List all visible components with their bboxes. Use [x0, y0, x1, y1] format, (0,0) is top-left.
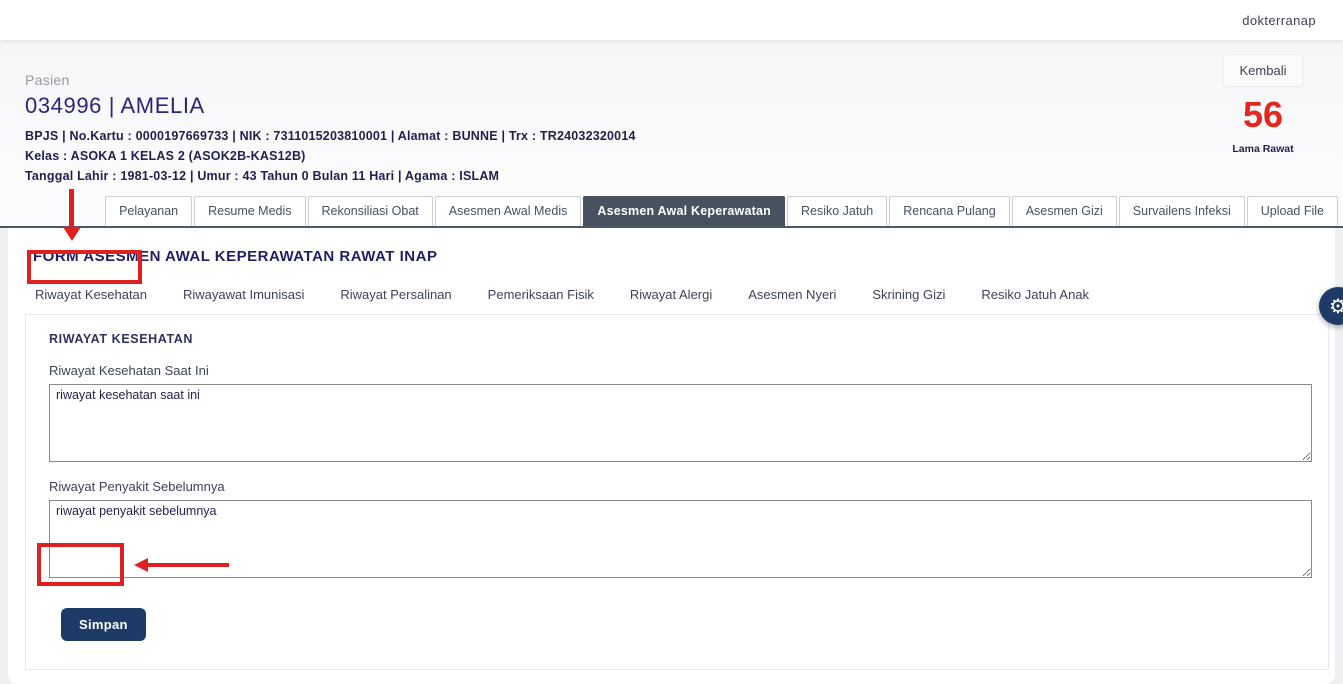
- form-title: FORM ASESMEN AWAL KEPERAWATAN RAWAT INAP: [25, 248, 1329, 265]
- length-of-stay-label: Lama Rawat: [1208, 143, 1318, 155]
- tab-resiko-jatuh[interactable]: Resiko Jatuh: [787, 196, 887, 226]
- riwayat-penyakit-sebelumnya-textarea[interactable]: riwayat penyakit sebelumnya: [49, 500, 1312, 578]
- riwayat-kesehatan-saat-ini-label: Riwayat Kesehatan Saat Ini: [49, 363, 1312, 378]
- length-of-stay-value: 56: [1208, 97, 1318, 133]
- subtab-pemeriksaan-fisik[interactable]: Pemeriksaan Fisik: [486, 278, 596, 314]
- tab-upload-file[interactable]: Upload File: [1247, 196, 1338, 226]
- tab-rekonsiliasi-obat[interactable]: Rekonsiliasi Obat: [308, 196, 433, 226]
- subtab-riwayat-alergi[interactable]: Riwayat Alergi: [628, 278, 714, 314]
- tab-rencana-pulang[interactable]: Rencana Pulang: [889, 196, 1009, 226]
- tab-asesmen-awal-medis[interactable]: Asesmen Awal Medis: [435, 196, 582, 226]
- main-tabstrip: Pelayanan Resume Medis Rekonsiliasi Obat…: [0, 196, 1343, 228]
- tab-asesmen-gizi[interactable]: Asesmen Gizi: [1012, 196, 1117, 226]
- subtab-asesmen-nyeri[interactable]: Asesmen Nyeri: [746, 278, 838, 314]
- patient-insurance-line: BPJS | No.Kartu : 0000197669733 | NIK : …: [25, 126, 1318, 146]
- subtab-skrining-gizi[interactable]: Skrining Gizi: [870, 278, 947, 314]
- tab-survailens-infeksi[interactable]: Survailens Infeksi: [1119, 196, 1245, 226]
- content-card: FORM ASESMEN AWAL KEPERAWATAN RAWAT INAP…: [8, 228, 1335, 684]
- subtab-riwayat-imunisasi[interactable]: Riwayawat Imunisasi: [181, 278, 306, 314]
- header-right-panel: Kembali 56 Lama Rawat: [1208, 54, 1318, 155]
- form-subtabs: Riwayat Kesehatan Riwayawat Imunisasi Ri…: [25, 278, 1329, 315]
- section-heading: RIWAYAT KESEHATAN: [49, 332, 1312, 346]
- tab-asesmen-awal-keperawatan[interactable]: Asesmen Awal Keperawatan: [583, 196, 785, 226]
- subtab-riwayat-kesehatan[interactable]: Riwayat Kesehatan: [33, 278, 149, 314]
- patient-birth-line: Tanggal Lahir : 1981-03-12 | Umur : 43 T…: [25, 166, 1318, 186]
- tab-resume-medis[interactable]: Resume Medis: [194, 196, 305, 226]
- riwayat-penyakit-sebelumnya-label: Riwayat Penyakit Sebelumnya: [49, 479, 1312, 494]
- patient-section-label: Pasien: [25, 72, 1318, 88]
- riwayat-kesehatan-panel: RIWAYAT KESEHATAN Riwayat Kesehatan Saat…: [25, 315, 1329, 670]
- gear-icon: ⚙: [1329, 294, 1343, 319]
- patient-header: Pasien 034996 | AMELIA BPJS | No.Kartu :…: [0, 40, 1343, 196]
- user-menu[interactable]: dokterranap: [1242, 13, 1316, 28]
- subtab-resiko-jatuh-anak[interactable]: Resiko Jatuh Anak: [979, 278, 1091, 314]
- top-bar: dokterranap: [0, 0, 1343, 40]
- back-button[interactable]: Kembali: [1223, 54, 1304, 87]
- tab-pelayanan[interactable]: Pelayanan: [105, 196, 192, 226]
- patient-class-line: Kelas : ASOKA 1 KELAS 2 (ASOK2B-KAS12B): [25, 146, 1318, 166]
- subtab-riwayat-persalinan[interactable]: Riwayat Persalinan: [338, 278, 453, 314]
- patient-id-name: 034996 | AMELIA: [25, 93, 1318, 119]
- riwayat-kesehatan-saat-ini-textarea[interactable]: riwayat kesehatan saat ini: [49, 384, 1312, 462]
- save-button[interactable]: Simpan: [61, 608, 146, 641]
